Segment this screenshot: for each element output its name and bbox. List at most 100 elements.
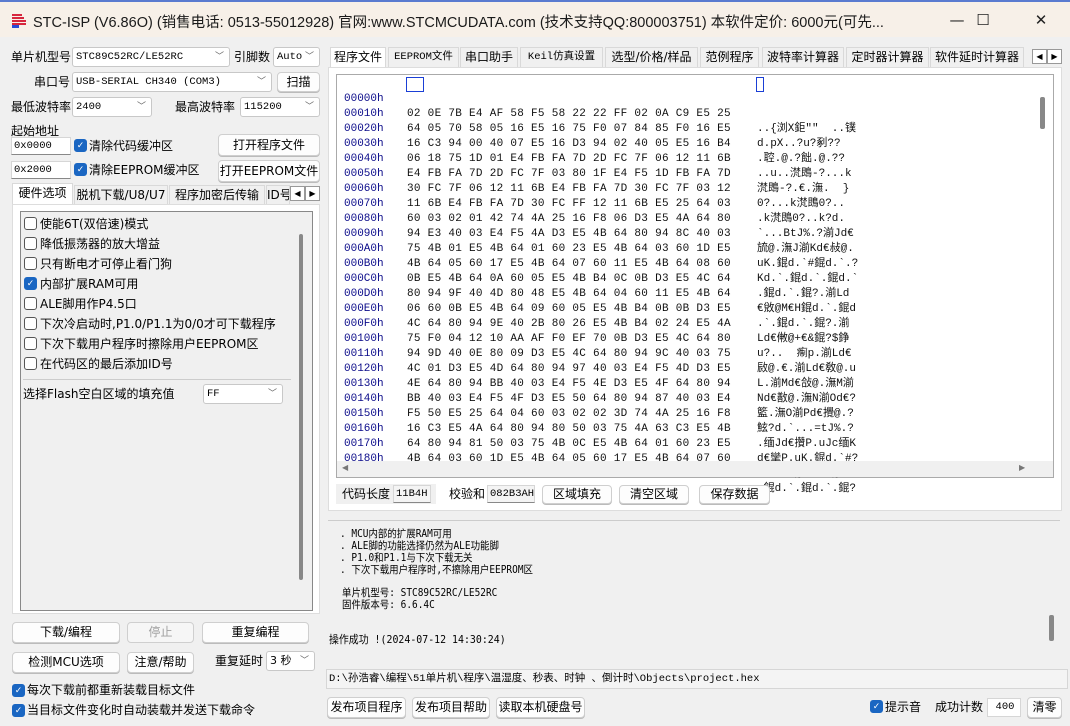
scroll-left-icon[interactable]: ◀ <box>342 463 348 472</box>
hex-row: 00000h 02 0E 7B E4 AF 58 F5 58 22 22 FF … <box>337 77 1037 135</box>
hex-row: 00140h F5 50 E5 25 64 04 60 03 02 02 3D … <box>337 377 1037 435</box>
scan-button[interactable]: 扫描 <box>277 72 320 92</box>
clear-code-buffer-label: 清除代码缓冲区 <box>89 139 174 153</box>
max-baud-label: 最高波特率 <box>175 100 236 114</box>
file-path-field: D:\孙浩睿\编程\51单片机\程序\温湿度、秒表、时钟 、倒计时\Object… <box>326 669 1068 689</box>
hex-editor[interactable]: 00000h 02 0E 7B E4 AF 58 F5 58 22 22 FF … <box>336 74 1054 495</box>
code-length-value: 11B4H <box>393 485 431 503</box>
fill-value: FF <box>207 388 220 400</box>
tab-right-5[interactable]: 范例程序 <box>700 47 759 67</box>
log-line: . MCU内部的扩展RAM可用 <box>340 528 452 540</box>
option-checkbox[interactable] <box>24 257 37 270</box>
tab-scroll-left-icon[interactable]: ◀ <box>290 186 305 201</box>
option-checkbox[interactable] <box>24 297 37 310</box>
option-checkbox[interactable]: ✓ <box>24 277 37 290</box>
reset-count-button[interactable]: 清零 <box>1027 697 1062 718</box>
open-eeprom-file-button[interactable]: 打开EEPROM文件 <box>218 160 320 182</box>
mcu-type-value: STC89C52RC/LE52RC <box>76 51 184 63</box>
option-checkbox[interactable] <box>24 217 37 230</box>
clear-eeprom-buffer-checkbox[interactable]: ✓ <box>74 163 87 176</box>
tab-scroll-left-icon[interactable]: ◀ <box>1032 49 1047 64</box>
chevron-down-icon: ﹀ <box>136 102 146 112</box>
options-scrollbar[interactable] <box>299 234 303 580</box>
log-status: 操作成功 !(2024-07-12 14:30:24) <box>329 633 506 646</box>
port-select[interactable]: USB-SERIAL CH340 (COM3) ﹀ <box>72 72 272 92</box>
chevron-down-icon: ﹀ <box>299 656 309 666</box>
clear-area-button[interactable]: 清空区域 <box>619 485 689 504</box>
tab-right-3[interactable]: Keil仿真设置 <box>520 47 603 67</box>
save-data-button[interactable]: 保存数据 <box>699 485 770 504</box>
stop-button[interactable]: 停止 <box>127 622 194 643</box>
hex-row: 00170h 4B 64 03 60 1D E5 4B 64 05 60 17 … <box>337 422 1037 480</box>
read-disk-id-button[interactable]: 读取本机硬盘号 <box>496 697 585 718</box>
code-start-address-input[interactable]: 0x0000 <box>11 137 71 155</box>
tab-hardware-options[interactable]: 硬件选项 <box>12 183 73 205</box>
option-checkbox[interactable] <box>24 337 37 350</box>
tab-right-0[interactable]: 程序文件 <box>330 47 386 69</box>
hex-row: 00160h 64 80 94 81 50 03 75 4B 0C E5 4B … <box>337 407 1037 465</box>
tab-right-4[interactable]: 选型/价格/样品 <box>605 47 698 67</box>
notes-help-button[interactable]: 注意/帮助 <box>127 652 194 673</box>
download-program-button[interactable]: 下载/编程 <box>12 622 120 643</box>
pins-value: Auto <box>277 51 303 63</box>
divider <box>23 379 291 380</box>
hex-row: 000D0h 06 60 0B E5 4B 64 09 60 05 E5 4B … <box>337 272 1037 330</box>
auto-download-checkbox[interactable]: ✓ <box>12 704 25 717</box>
hex-row: 00180h 11 E5 4B 64 08 60 0B E5 4B 64 0A … <box>337 437 1037 495</box>
option-checkbox[interactable] <box>24 357 37 370</box>
hex-row: 00060h 11 6B E4 FB FA 7D 30 FC FF 12 11 … <box>337 167 1037 225</box>
tab-encrypted-transfer[interactable]: 程序加密后传输 <box>169 185 265 205</box>
repeat-delay-value: 3 秒 <box>270 654 292 667</box>
port-label: 串口号 <box>34 75 71 89</box>
chevron-down-icon: ﹀ <box>304 52 314 62</box>
tab-right-6[interactable]: 波特率计算器 <box>762 47 844 67</box>
option-label: 在代码区的最后添加ID号 <box>40 357 173 371</box>
hex-row: 000B0h 0B E5 4B 64 0A 60 05 E5 4B B4 0C … <box>337 242 1037 300</box>
app-logo-icon <box>10 11 28 29</box>
beep-checkbox[interactable]: ✓ <box>870 700 883 713</box>
maximize-button[interactable]: ☐ <box>960 2 1006 38</box>
close-button[interactable]: ✕ <box>1018 2 1064 38</box>
detect-mcu-options-button[interactable]: 检测MCU选项 <box>12 652 120 673</box>
scroll-right-icon[interactable]: ▶ <box>1019 463 1025 472</box>
tab-right-2[interactable]: 串口助手 <box>460 47 518 67</box>
hex-row: 000C0h 80 94 9F 40 4D 80 48 E5 4B 64 04 … <box>337 257 1037 315</box>
tab-scroll-right-icon[interactable]: ▶ <box>305 186 320 201</box>
tab-right-8[interactable]: 软件延时计算器 <box>930 47 1024 67</box>
window-title: STC-ISP (V6.86O) (销售电话: 0513-55012928) 官… <box>33 15 884 31</box>
option-checkbox[interactable] <box>24 317 37 330</box>
repeat-program-button[interactable]: 重复编程 <box>202 622 309 643</box>
success-count-value: 400 <box>987 698 1021 717</box>
chevron-down-icon: ﹀ <box>256 77 266 87</box>
repeat-delay-select[interactable]: 3 秒 ﹀ <box>266 651 315 671</box>
hex-row: 00020h 16 C3 94 00 40 07 E5 16 D3 94 02 … <box>337 107 1037 165</box>
publish-project-help-button[interactable]: 发布项目帮助 <box>412 697 490 718</box>
eeprom-start-address-input[interactable]: 0x2000 <box>11 161 71 179</box>
open-program-file-button[interactable]: 打开程序文件 <box>218 134 320 156</box>
tab-right-7[interactable]: 定时器计算器 <box>846 47 929 67</box>
min-baud-select[interactable]: 2400 ﹀ <box>72 97 152 117</box>
hex-horizontal-scrollbar[interactable]: ◀ ▶ <box>337 461 1053 477</box>
publish-project-program-button[interactable]: 发布项目程序 <box>327 697 406 718</box>
fill-value-select[interactable]: FF ﹀ <box>203 384 283 404</box>
option-checkbox[interactable] <box>24 237 37 250</box>
hex-row: 00080h 94 E3 40 03 E4 F5 4A D3 E5 4B 64 … <box>337 197 1037 255</box>
mcu-type-label: 单片机型号 <box>11 50 72 64</box>
fill-value-label: 选择Flash空白区域的填充值 <box>23 387 175 401</box>
clear-code-buffer-checkbox[interactable]: ✓ <box>74 139 87 152</box>
tab-id-number[interactable]: ID号 <box>266 185 290 205</box>
tab-right-1[interactable]: EEPROM文件 <box>388 47 459 67</box>
tab-scroll-right-icon[interactable]: ▶ <box>1047 49 1062 64</box>
tab-offline-download[interactable]: 脱机下载/U8/U7 <box>74 185 168 205</box>
hex-row: 000E0h 4C 64 80 94 9E 40 2B 80 26 E5 4B … <box>337 287 1037 345</box>
mcu-type-select[interactable]: STC89C52RC/LE52RC ﹀ <box>72 47 230 67</box>
pins-select[interactable]: Auto ﹀ <box>273 47 320 67</box>
hex-vertical-scrollbar[interactable] <box>1040 97 1045 129</box>
fill-area-button[interactable]: 区域填充 <box>542 485 612 504</box>
max-baud-select[interactable]: 115200 ﹀ <box>240 97 320 117</box>
log-scrollbar[interactable] <box>1049 615 1054 641</box>
hex-row: 00040h E4 FB FA 7D 2D FC 7F 03 80 1F E4 … <box>337 137 1037 195</box>
hex-row: 00120h 4E 64 80 94 BB 40 03 E4 F5 4E D3 … <box>337 347 1037 405</box>
output-log[interactable]: . MCU内部的扩展RAM可用 . ALE脚的功能选择仍然为ALE功能脚 . P… <box>328 520 1060 654</box>
reload-before-download-checkbox[interactable]: ✓ <box>12 684 25 697</box>
